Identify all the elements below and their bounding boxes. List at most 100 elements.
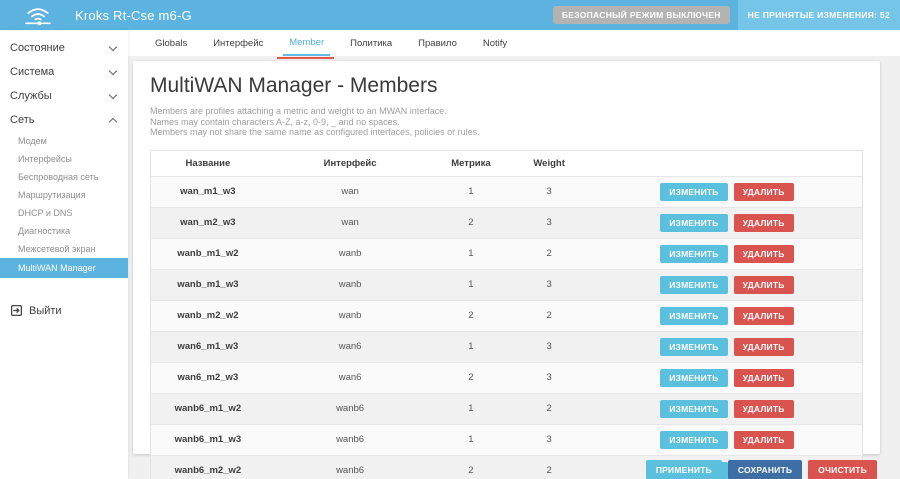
sidebar-item-firewall[interactable]: Межсетевой экран <box>0 240 128 258</box>
members-card: MultiWAN Manager - Members Members are p… <box>133 61 880 454</box>
actions-cell: ИЗМЕНИТЬ УДАЛИТЬ <box>592 207 862 238</box>
weight-cell: 2 <box>506 238 591 269</box>
tab-notify[interactable]: Notify <box>477 30 513 56</box>
page-title: MultiWAN Manager - Members <box>150 74 863 98</box>
wifi-antenna-icon <box>21 3 55 27</box>
metric-cell: 1 <box>435 238 506 269</box>
interface-cell: wanb <box>265 238 436 269</box>
tab-interface[interactable]: Интерфейс <box>207 30 269 56</box>
edit-member-button[interactable]: ИЗМЕНИТЬ <box>660 338 727 356</box>
metric-cell: 2 <box>435 207 506 238</box>
sidebar-item-multiwan-manager[interactable]: MultiWAN Manager <box>0 258 128 278</box>
table-row: wanb_m1_w2wanb12ИЗМЕНИТЬУДАЛИТЬ <box>151 238 862 269</box>
sidebar-item-modem[interactable]: Модем <box>0 132 128 150</box>
member-name-cell: wan6_m1_w3 <box>151 331 265 362</box>
interface-cell: wan <box>265 207 436 238</box>
sidebar: СостояниеСистема Службы Сеть МодемИнтерфей… <box>0 30 128 479</box>
actions-cell: ИЗМЕНИТЬ УДАЛИТЬ <box>592 176 862 207</box>
table-row: wanb6_m1_w3wanb613ИЗМЕНИТЬУДАЛИТЬ <box>151 424 862 455</box>
delete-member-button[interactable]: УДАЛИТЬ <box>734 245 794 263</box>
sidebar-section-services[interactable]: Службы <box>0 84 128 108</box>
reset-button[interactable]: ОЧИСТИТЬ <box>808 460 877 479</box>
description-line: Members may not share the same name as c… <box>150 127 863 138</box>
actions-cell: ИЗМЕНИТЬ УДАЛИТЬ <box>592 424 862 455</box>
column-header-actions <box>592 151 862 177</box>
sidebar-item-diagnostics[interactable]: Диагностика <box>0 222 128 240</box>
content-area: MultiWAN Manager - Members Members are p… <box>128 56 900 479</box>
metric-cell: 1 <box>435 176 506 207</box>
weight-cell: 3 <box>506 176 591 207</box>
sidebar-section-network[interactable]: Сеть <box>0 108 128 132</box>
save-button[interactable]: СОХРАНИТЬ <box>728 460 802 479</box>
weight-cell: 3 <box>506 424 591 455</box>
tab-member[interactable]: Member <box>283 30 330 56</box>
chevron-down-icon <box>109 43 117 51</box>
actions-cell: ИЗМЕНИТЬ УДАЛИТЬ <box>592 393 862 424</box>
tab-bar: Globals Интерфейс Member Политика Правило Not… <box>128 30 900 56</box>
edit-member-button[interactable]: ИЗМЕНИТЬ <box>660 245 727 263</box>
column-header-interface: Интерфейс <box>265 151 436 177</box>
logout-icon <box>10 304 23 317</box>
interface-cell: wan <box>265 176 436 207</box>
sidebar-section-system[interactable]: Система <box>0 60 128 84</box>
delete-member-button[interactable]: УДАЛИТЬ <box>734 276 794 294</box>
edit-member-button[interactable]: ИЗМЕНИТЬ <box>660 183 727 201</box>
chevron-up-icon <box>109 117 117 125</box>
column-header-name: Название <box>151 151 265 177</box>
description-line: Names may contain characters A-Z, a-z, 0… <box>150 117 863 128</box>
unsaved-changes-badge[interactable]: НЕ ПРИНЯТЫЕ ИЗМЕНЕНИЯ: 52 <box>738 0 900 30</box>
edit-member-button[interactable]: ИЗМЕНИТЬ <box>660 369 727 387</box>
member-name-cell: wan_m2_w3 <box>151 207 265 238</box>
sidebar-item-wireless[interactable]: Беспроводная сеть <box>0 168 128 186</box>
interface-cell: wanb6 <box>265 393 436 424</box>
actions-cell: ИЗМЕНИТЬ УДАЛИТЬ <box>592 238 862 269</box>
edit-member-button[interactable]: ИЗМЕНИТЬ <box>660 431 727 449</box>
tab-globals[interactable]: Globals <box>149 30 193 56</box>
actions-cell: ИЗМЕНИТЬ УДАЛИТЬ <box>592 362 862 393</box>
edit-member-button[interactable]: ИЗМЕНИТЬ <box>660 276 727 294</box>
sidebar-section-label: Сеть <box>10 114 34 126</box>
main-area: Globals Интерфейс Member Политика Правило Not… <box>128 30 900 479</box>
chevron-down-icon <box>109 91 117 99</box>
delete-member-button[interactable]: УДАЛИТЬ <box>734 338 794 356</box>
table-row: wan6_m1_w3wan613 ИЗМЕНИТЬ УДАЛИТЬ <box>151 331 862 362</box>
metric-cell: 2 <box>435 362 506 393</box>
tab-policy[interactable]: Политика <box>344 30 398 56</box>
footer-actions: ПРИМЕНИТЬ СОХРАНИТЬ ОЧИСТИТЬ <box>133 454 880 479</box>
table-row: wan_m2_w3wan23ИЗМЕНИТЬУДАЛИТЬ <box>151 207 862 238</box>
router-logo <box>0 3 75 27</box>
delete-member-button[interactable]: УДАЛИТЬ <box>734 431 794 449</box>
table-row: wanb_m1_w3wanb13ИЗМЕНИТЬУДАЛИТЬ <box>151 269 862 300</box>
members-table-header-row: Название Интерфейс Метрика Weight <box>151 151 862 177</box>
metric-cell: 1 <box>435 331 506 362</box>
delete-member-button[interactable]: УДАЛИТЬ <box>734 183 794 201</box>
tab-rule[interactable]: Правило <box>412 30 463 56</box>
delete-member-button[interactable]: УДАЛИТЬ <box>734 214 794 232</box>
sidebar-item-interfaces[interactable]: Интерфейсы <box>0 150 128 168</box>
edit-member-button[interactable]: ИЗМЕНИТЬ <box>660 400 727 418</box>
device-title: Kroks Rt-Cse m6-G <box>75 8 192 23</box>
safe-mode-badge[interactable]: БЕЗОПАСНЫЙ РЕЖИМ ВЫКЛЮЧЕН <box>553 6 730 24</box>
sidebar-item-routing[interactable]: Маршрутизация <box>0 186 128 204</box>
edit-member-button[interactable]: ИЗМЕНИТЬ <box>660 214 727 232</box>
weight-cell: 2 <box>506 300 591 331</box>
apply-button[interactable]: ПРИМЕНИТЬ <box>646 460 722 479</box>
delete-member-button[interactable]: УДАЛИТЬ <box>734 307 794 325</box>
delete-member-button[interactable]: УДАЛИТЬ <box>734 369 794 387</box>
edit-member-button[interactable]: ИЗМЕНИТЬ <box>660 307 727 325</box>
weight-cell: 3 <box>506 362 591 393</box>
members-table-section: Название Интерфейс Метрика Weight wan_m1… <box>150 150 863 479</box>
sidebar-item-dhcp-dns[interactable]: DHCP и DNS <box>0 204 128 222</box>
table-row: wan6_m2_w3wan623ИЗМЕНИТЬУДАЛИТЬ <box>151 362 862 393</box>
sidebar-section-label: Службы <box>10 90 52 102</box>
sidebar-section-status[interactable]: Состояние <box>0 36 128 60</box>
interface-cell: wanb <box>265 269 436 300</box>
metric-cell: 1 <box>435 393 506 424</box>
interface-cell: wan6 <box>265 331 436 362</box>
sidebar-item-logout[interactable]: Выйти <box>0 298 128 323</box>
table-row: wanb6_m1_w2wanb612ИЗМЕНИТЬУДАЛИТЬ <box>151 393 862 424</box>
delete-member-button[interactable]: УДАЛИТЬ <box>734 400 794 418</box>
member-name-cell: wanb6_m1_w2 <box>151 393 265 424</box>
interface-cell: wanb <box>265 300 436 331</box>
weight-cell: 3 <box>506 331 591 362</box>
